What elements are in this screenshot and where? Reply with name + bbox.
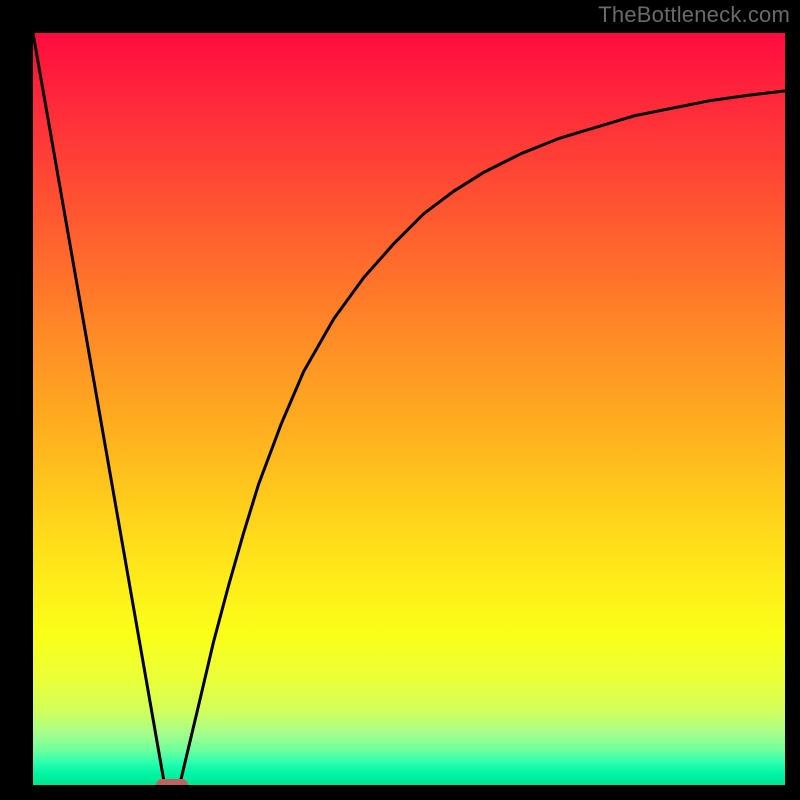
curve-layer: [33, 33, 785, 785]
bottom-marker: [156, 779, 188, 785]
series-left-line: [33, 33, 165, 785]
watermark-text: TheBottleneck.com: [598, 2, 790, 28]
chart-frame: TheBottleneck.com: [0, 0, 800, 800]
series-right-curve: [180, 91, 785, 785]
plot-area: [33, 33, 785, 785]
